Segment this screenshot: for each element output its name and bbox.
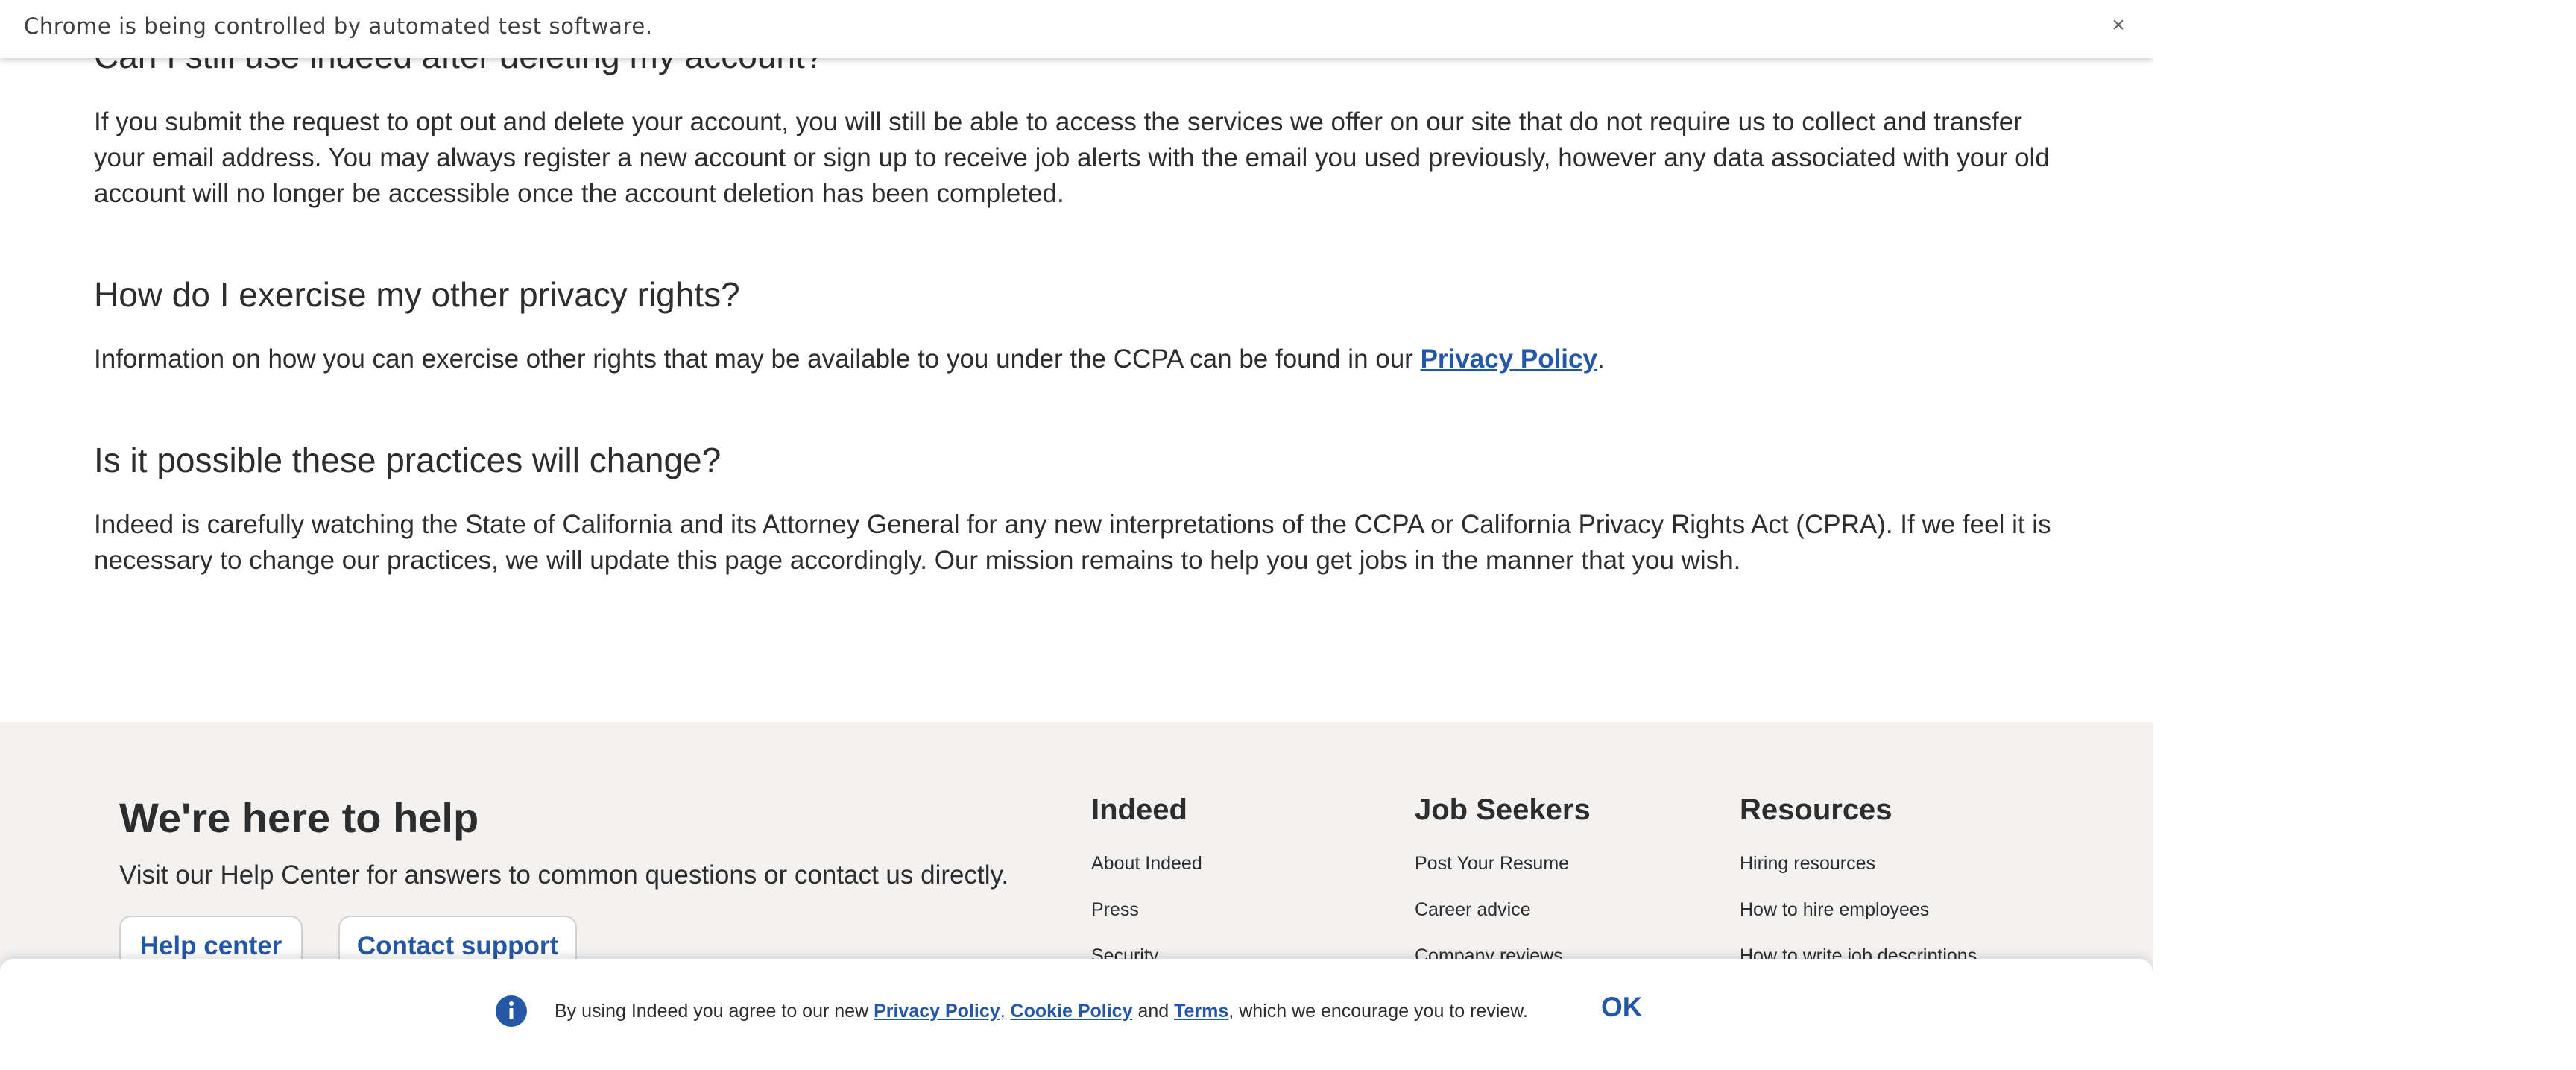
footer-link-how-to-hire[interactable]: How to hire employees [1740,899,1929,921]
privacy-rights-period: . [1597,344,1605,374]
footer-link-career-advice[interactable]: Career advice [1415,899,1531,921]
privacy-policy-link[interactable]: Privacy Policy [1421,344,1597,374]
section-body-practices-change: Indeed is carefully watching the State o… [94,510,2051,575]
footer-link-about-indeed[interactable]: About Indeed [1091,853,1202,875]
close-icon[interactable]: × [2103,9,2133,42]
privacy-rights-text: Information on how you can exercise othe… [94,344,1421,374]
cookie-text-sep: , [1000,1001,1011,1022]
footer-link-post-resume[interactable]: Post Your Resume [1415,853,1569,875]
footer-link-press[interactable]: Press [1091,899,1139,921]
ok-button[interactable]: OK [1601,992,1643,1023]
footer-column-heading-resources: Resources [1740,793,1892,826]
cookie-text-end: , which we encourage you to review. [1228,1001,1528,1022]
cookie-policy-link[interactable]: Cookie Policy [1011,1001,1133,1022]
section-heading-practices-change: Is it possible these practices will chan… [94,441,722,479]
footer-link-hiring-resources[interactable]: Hiring resources [1740,853,1875,875]
info-icon [496,995,527,1027]
cookie-privacy-policy-link[interactable]: Privacy Policy [874,1001,1000,1022]
blank-area [2153,0,2576,1070]
terms-link[interactable]: Terms [1174,1001,1228,1022]
footer-title: We're here to help [119,794,479,841]
footer-subtitle: Visit our Help Center for answers to com… [119,860,1009,890]
footer-column-heading-job-seekers: Job Seekers [1415,793,1591,826]
section-body-privacy-rights: Information on how you can exercise othe… [94,342,1605,377]
browser-viewport: Chrome is being controlled by automated … [0,0,2153,1070]
cookie-banner-text: By using Indeed you agree to our new Pri… [555,1001,1528,1022]
cookie-text-start: By using Indeed you agree to our new [555,1001,874,1022]
footer-column-heading-indeed: Indeed [1091,793,1187,826]
automation-infobar: Chrome is being controlled by automated … [0,0,2153,58]
section-heading-privacy-rights: How do I exercise my other privacy right… [94,275,740,314]
cookie-text-and: and [1132,1001,1175,1022]
infobar-message: Chrome is being controlled by automated … [24,13,653,39]
cookie-banner: By using Indeed you agree to our new Pri… [0,959,2153,1070]
section-body-account-deletion: If you submit the request to opt out and… [94,107,2050,208]
